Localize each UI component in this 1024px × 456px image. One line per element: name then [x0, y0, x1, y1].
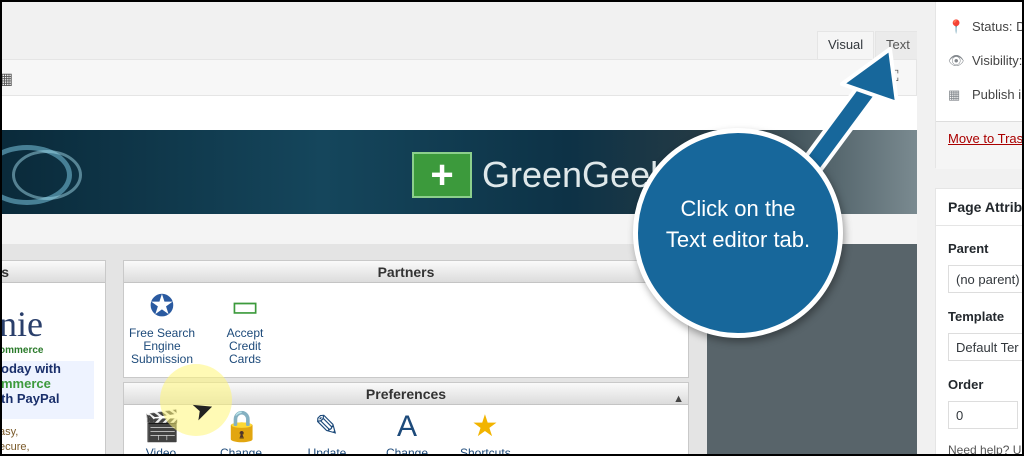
publish-text: Publish i	[972, 87, 1022, 102]
plus-icon: +	[430, 153, 454, 197]
promo-ad: nie ommerce oday with mmerce th PayPal a…	[0, 297, 96, 453]
visibility-text: Visibility:	[972, 53, 1023, 68]
update-contact-icon: ✎	[314, 410, 340, 443]
page-attributes-box: Page Attrib Parent (no parent) Template …	[935, 188, 1023, 456]
language-icon: A	[396, 410, 417, 443]
template-select[interactable]: Default Ter	[948, 333, 1022, 361]
shortcuts-link[interactable]: ★ Shortcuts	[460, 410, 511, 456]
edit-sidebar: 📍 Status: D 👁 Visibility: ▦ Publish i Move …	[917, 2, 1024, 456]
link-label: Shortcuts	[460, 446, 511, 456]
page-attributes-title: Page Attrib	[948, 199, 1023, 215]
panel-header: s	[2, 261, 105, 283]
divider	[936, 225, 1022, 226]
help-text: Need help? U	[948, 443, 1022, 456]
tab-visual[interactable]: Visual	[817, 31, 875, 59]
calendar-icon: ▦	[948, 87, 961, 102]
parent-select[interactable]: (no parent)	[948, 265, 1022, 293]
link-label: Update	[307, 446, 347, 456]
cpanel-left-panel: s nie ommerce oday with mmerce th PayPal…	[0, 260, 106, 454]
promo-line: mmerce	[1, 376, 51, 391]
visibility-row: 👁 Visibility:	[948, 53, 1022, 69]
callout-line: Text editor tab.	[665, 227, 811, 252]
greengeeks-logo-mark: +	[412, 152, 472, 198]
link-label: Change	[219, 446, 263, 456]
screenshot: Visual Text ▦ ⛶ + GreenGeel s nie ommerc…	[0, 0, 1024, 456]
tagline-line: ecure,	[0, 441, 30, 453]
link-label: Video	[145, 446, 177, 456]
promo-brand: nie	[0, 304, 43, 344]
password-icon: 🔒	[223, 410, 261, 443]
star-icon: ★	[471, 410, 499, 443]
promo-line: th PayPal	[1, 391, 60, 406]
link-label: Accept Credit Cards	[226, 326, 264, 366]
status-row: 📍 Status: D	[948, 19, 1024, 35]
credit-card-icon: ▭	[230, 290, 260, 323]
greengeeks-logo-text: GreenGeel	[482, 154, 659, 195]
callout-line: Click on the	[680, 196, 796, 221]
search-engine-icon: ✪	[149, 290, 175, 323]
order-label: Order	[948, 377, 984, 392]
tab-text[interactable]: Text	[875, 31, 921, 59]
promo-brand-sub: ommerce	[0, 345, 44, 356]
accept-credit-cards-link[interactable]: ▭ Accept Credit Cards	[212, 291, 278, 366]
promo-tagline: asy, ecure,	[0, 425, 30, 454]
status-text: Status: D	[972, 19, 1024, 34]
eye-icon: 👁	[948, 53, 965, 68]
template-label: Template	[948, 309, 1005, 324]
pin-icon: 📍	[948, 19, 965, 34]
collapse-arrow-icon[interactable]: ▲	[673, 388, 684, 410]
order-input[interactable]: 0	[948, 401, 1018, 429]
link-label: Free Search Engine Submission	[128, 326, 196, 366]
promo-banner: oday with mmerce th PayPal	[1, 361, 94, 419]
promo-line: oday with	[1, 361, 61, 376]
decorative-wave	[12, 150, 82, 200]
change-language-link[interactable]: A Change	[382, 410, 432, 456]
partners-panel: Partners ✪ Free Search Engine Submission…	[123, 260, 689, 378]
move-to-trash-link[interactable]: Move to Tras	[948, 131, 1022, 146]
callout-bubble: Click on the Text editor tab.	[633, 128, 843, 338]
update-contact-link[interactable]: ✎ Update	[302, 410, 352, 456]
parent-label: Parent	[948, 241, 989, 256]
fullscreen-icon[interactable]: ⛶	[888, 68, 899, 85]
table-icon[interactable]: ▦	[2, 69, 13, 89]
link-label: Change	[385, 446, 429, 456]
free-search-engine-submission-link[interactable]: ✪ Free Search Engine Submission	[127, 291, 197, 366]
editor-tabs-bar: Visual Text	[2, 2, 921, 59]
preferences-title-text: Preferences	[365, 386, 447, 402]
tagline-line: asy,	[0, 426, 19, 438]
editor-toolbar: ▦ ⛶	[2, 59, 917, 96]
partners-title: Partners	[124, 261, 688, 283]
publish-date-row: ▦ Publish i	[948, 87, 1021, 103]
publish-box: 📍 Status: D 👁 Visibility: ▦ Publish i Move …	[935, 2, 1024, 169]
